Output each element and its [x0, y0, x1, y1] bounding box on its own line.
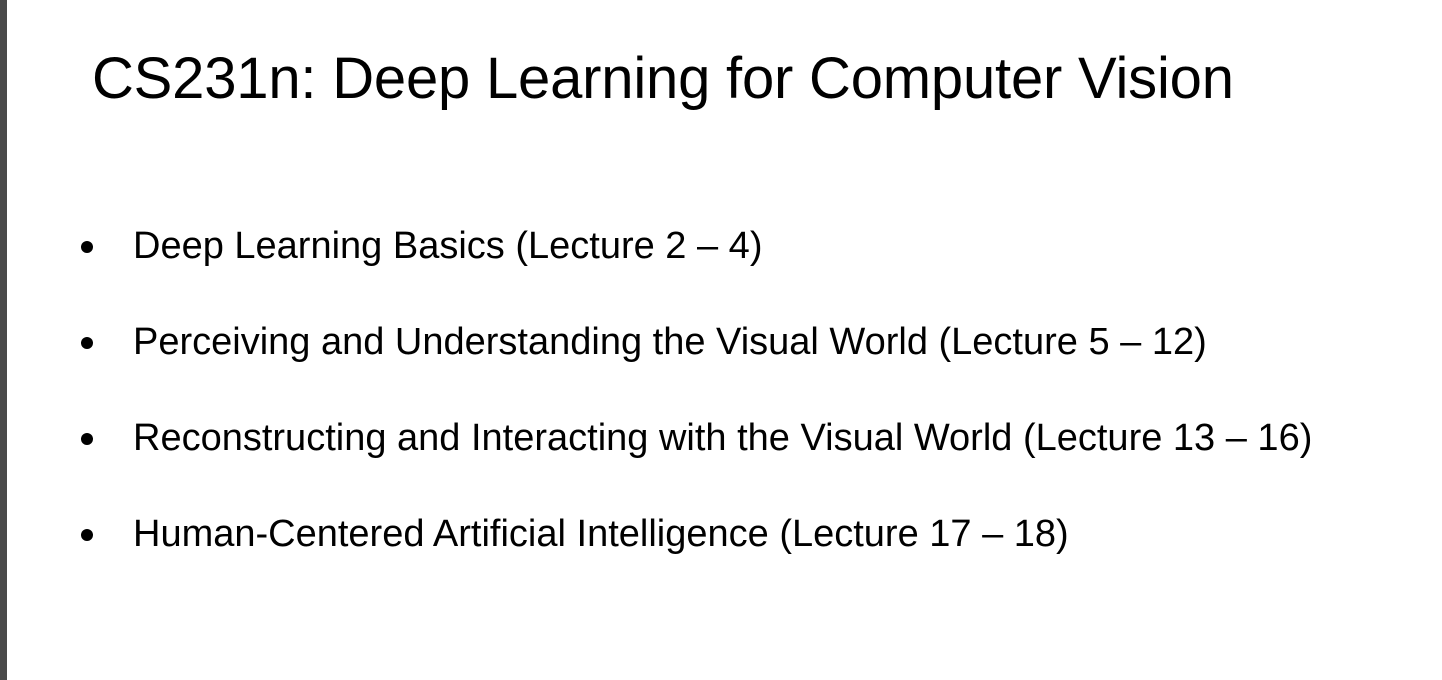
bullet-icon [81, 529, 93, 541]
viewer-left-edge [0, 0, 7, 680]
slide-title: CS231n: Deep Learning for Computer Visio… [92, 46, 1234, 111]
bullet-text: Deep Learning Basics (Lecture 2 – 4) [133, 225, 763, 267]
slide-page: CS231n: Deep Learning for Computer Visio… [7, 0, 1442, 680]
document-viewer: CS231n: Deep Learning for Computer Visio… [0, 0, 1442, 680]
bullet-icon [81, 433, 93, 445]
bullet-text: Reconstructing and Interacting with the … [133, 417, 1313, 459]
bullet-icon [81, 337, 93, 349]
bullet-text: Human-Centered Artificial Intelligence (… [133, 513, 1069, 555]
bullet-icon [81, 241, 93, 253]
bullet-text: Perceiving and Understanding the Visual … [133, 321, 1207, 363]
